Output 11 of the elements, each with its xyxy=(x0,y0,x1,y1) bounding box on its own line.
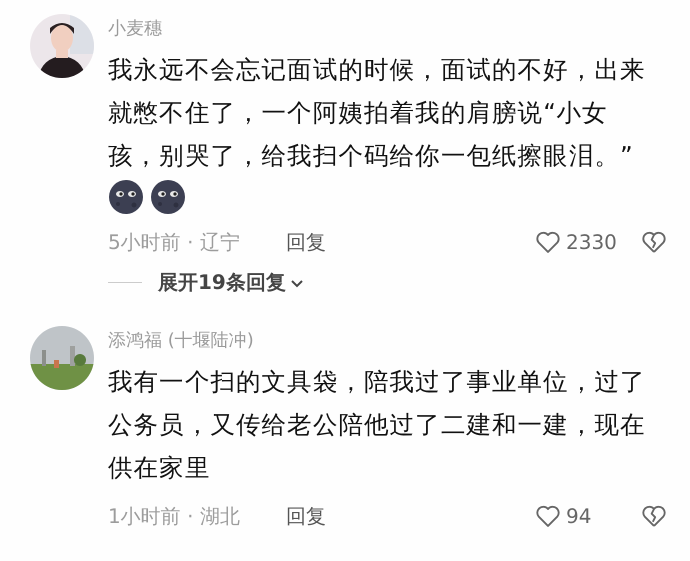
reply-button[interactable]: 回复 xyxy=(286,502,326,530)
comment-text: 我有一个扫的文具袋，陪我过了事业单位，过了公务员，又传给老公陪他过了二建和一建，现在供在家里 xyxy=(108,366,647,484)
like-count: 2330 xyxy=(566,230,618,254)
like-count: 94 xyxy=(566,504,592,528)
moon-face-icon xyxy=(150,179,186,215)
reply-button[interactable]: 回复 xyxy=(286,228,326,256)
comment-text: 我永远不会忘记面试的时候，面试的不好，出来就憋不住了，一个阿姨拍着我的肩膀说“小女孩，别哭了，给我扫个码给你一包纸擦眼泪。” xyxy=(108,54,647,172)
expand-replies-button[interactable]: 展开19条回复 xyxy=(158,269,304,296)
moon-face-icon xyxy=(108,179,144,215)
comment-time: 1小时前 · 湖北 xyxy=(108,502,241,530)
comment-time: 5小时前 · 辽宁 xyxy=(108,228,241,256)
